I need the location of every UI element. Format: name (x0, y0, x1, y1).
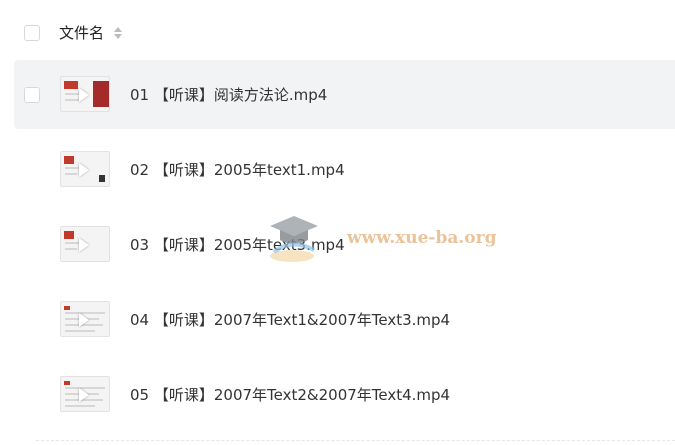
file-name[interactable]: 05 【听课】2007年Text2&2007年Text4.mp4 (130, 384, 450, 405)
watermark: www.xue-ba.org (262, 208, 496, 268)
file-list-header: 文件名 (0, 10, 675, 54)
play-icon (79, 388, 89, 402)
video-thumbnail[interactable] (60, 301, 110, 337)
filename-column-header[interactable]: 文件名 (59, 22, 104, 43)
divider (36, 440, 675, 441)
file-checkbox[interactable] (24, 87, 40, 103)
video-thumbnail[interactable] (60, 76, 110, 112)
file-row[interactable]: 01 【听课】阅读方法论.mp4 (14, 60, 675, 129)
file-name[interactable]: 02 【听课】2005年text1.mp4 (130, 159, 345, 180)
play-icon (79, 88, 89, 102)
video-thumbnail[interactable] (60, 151, 110, 187)
file-row[interactable]: 02 【听课】2005年text1.mp4 (14, 135, 675, 204)
file-row[interactable]: 05 【听课】2007年Text2&2007年Text4.mp4 (14, 360, 675, 429)
play-icon (79, 313, 89, 327)
video-thumbnail[interactable] (60, 226, 110, 262)
play-icon (79, 238, 89, 252)
watermark-text: www.xue-ba.org (347, 228, 497, 248)
graduation-cap-icon (270, 216, 318, 262)
file-name[interactable]: 01 【听课】阅读方法论.mp4 (130, 84, 327, 105)
video-thumbnail[interactable] (60, 376, 110, 412)
file-name[interactable]: 04 【听课】2007年Text1&2007年Text3.mp4 (130, 309, 450, 330)
file-row[interactable]: 04 【听课】2007年Text1&2007年Text3.mp4 (14, 285, 675, 354)
select-all-checkbox[interactable] (24, 25, 40, 41)
sort-icon[interactable] (113, 26, 123, 40)
play-icon (79, 163, 89, 177)
